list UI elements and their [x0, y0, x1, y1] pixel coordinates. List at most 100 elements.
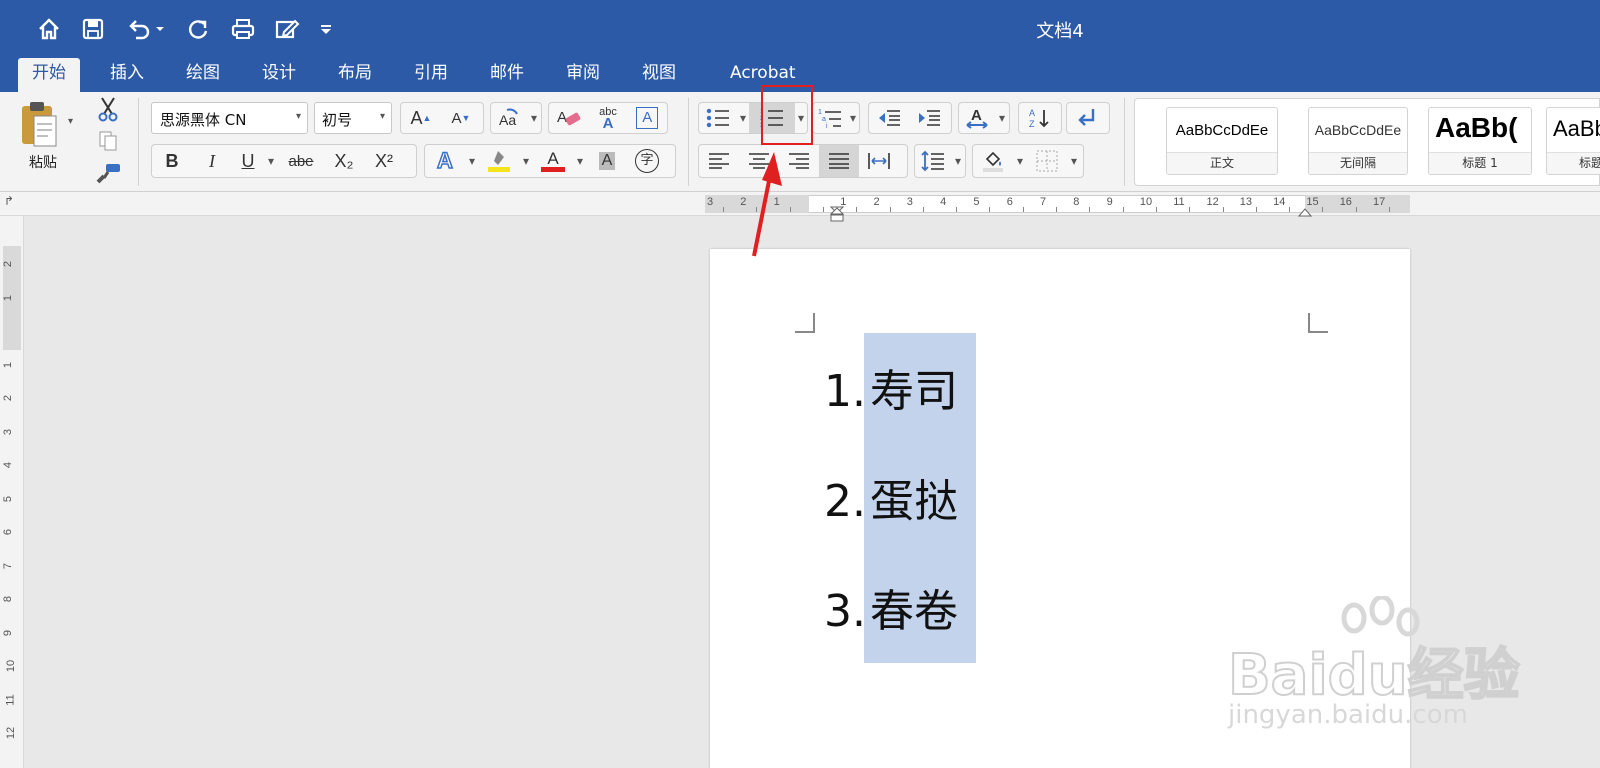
strikethrough-button[interactable]: abe: [278, 145, 324, 177]
tab-view[interactable]: 视图: [628, 58, 690, 92]
cut-icon[interactable]: [96, 96, 120, 127]
ruler-label: 2: [873, 196, 880, 208]
tab-design[interactable]: 设计: [248, 58, 310, 92]
tab-references[interactable]: 引用: [400, 58, 462, 92]
multilevel-list-icon: 1ai: [813, 103, 847, 133]
tab-layout[interactable]: 布局: [324, 58, 386, 92]
tab-insert[interactable]: 插入: [96, 58, 158, 92]
decrease-indent-button[interactable]: [869, 103, 909, 133]
list-number: 1.: [824, 366, 866, 417]
sort-button[interactable]: AZ: [1018, 102, 1062, 134]
text-effects-button[interactable]: A: [425, 145, 465, 177]
bullets-dropdown-icon[interactable]: ▾: [737, 103, 749, 133]
font-name-field[interactable]: 思源黑体 CN ▾: [151, 102, 308, 134]
change-case-dropdown-icon[interactable]: ▾: [527, 103, 541, 133]
ruler-label: 6: [1006, 196, 1013, 208]
list-item[interactable]: 2.蛋挞: [814, 472, 958, 532]
increase-indent-button[interactable]: [909, 103, 949, 133]
customize-toolbar-icon[interactable]: [316, 14, 336, 44]
ruler-label: 11: [4, 693, 17, 706]
font-color-button[interactable]: A: [533, 145, 573, 177]
indent-marker-icon[interactable]: [829, 206, 845, 222]
font-color-dropdown-icon[interactable]: ▾: [573, 145, 587, 177]
line-spacing-dropdown-icon[interactable]: ▾: [951, 145, 965, 177]
list-item[interactable]: 3.春卷: [814, 582, 958, 642]
ruler-tick: [922, 207, 924, 212]
clear-formatting-button[interactable]: A: [549, 103, 588, 133]
ruler-label: 16: [1339, 196, 1352, 208]
ruler-label: 3: [906, 196, 913, 208]
highlight-button[interactable]: [479, 145, 519, 177]
tab-draw[interactable]: 绘图: [172, 58, 234, 92]
distributed-button[interactable]: [859, 145, 899, 177]
show-formatting-button[interactable]: [1066, 102, 1110, 134]
character-shading-button[interactable]: A: [587, 145, 627, 177]
character-border-button[interactable]: A: [628, 103, 667, 133]
format-painter-icon[interactable]: [96, 162, 122, 189]
ruler-label: 1: [2, 361, 15, 368]
subscript-button[interactable]: X₂: [324, 145, 364, 177]
style-heading-1[interactable]: AaBb( 标题 1: [1428, 107, 1532, 175]
font-style-group: B I U ▾ abe X₂ X²: [151, 144, 417, 178]
tab-mailings[interactable]: 邮件: [476, 58, 538, 92]
undo-dropdown-icon[interactable]: [152, 14, 168, 44]
svg-text:1: 1: [818, 109, 822, 116]
shading-button[interactable]: [973, 145, 1013, 177]
list-item[interactable]: 1.寿司: [814, 362, 958, 422]
text-direction-button[interactable]: A ▾: [958, 102, 1010, 134]
svg-text:A: A: [971, 107, 982, 124]
multilevel-list-button[interactable]: 1ai ▾: [812, 102, 860, 134]
vertical-ruler[interactable]: 2 1 1 2 3 4 5 6 7 8 9 10 11 12: [0, 216, 24, 768]
phonetic-guide-button[interactable]: abc A: [588, 103, 627, 133]
grow-font-button[interactable]: A ▲: [401, 103, 441, 133]
right-indent-marker-icon[interactable]: [1297, 204, 1313, 217]
font-name-value: 思源黑体 CN: [160, 111, 247, 129]
list-text: 春卷: [870, 586, 958, 637]
print-icon[interactable]: [228, 14, 258, 44]
ruler-label: 7: [1040, 196, 1047, 208]
paste-button[interactable]: [18, 100, 66, 150]
justify-button[interactable]: [819, 145, 859, 177]
style-no-spacing[interactable]: AaBbCcDdEe 无间隔: [1308, 107, 1408, 175]
font-size-field[interactable]: 初号 ▾: [314, 102, 392, 134]
enclose-characters-button[interactable]: 字: [627, 145, 667, 177]
undo-icon[interactable]: [124, 14, 154, 44]
style-title[interactable]: AaBb 标题: [1546, 107, 1600, 175]
underline-dropdown-icon[interactable]: ▾: [264, 145, 278, 177]
change-case-button[interactable]: Aa ▾: [490, 102, 542, 134]
style-normal[interactable]: AaBbCcDdEe 正文: [1166, 107, 1278, 175]
home-icon[interactable]: [34, 14, 64, 44]
ruler-tick: [1222, 207, 1224, 212]
bold-button[interactable]: B: [152, 145, 192, 177]
text-effects-dropdown-icon[interactable]: ▾: [465, 145, 479, 177]
borders-button[interactable]: [1027, 145, 1067, 177]
horizontal-ruler[interactable]: ↱ 3 2 1 1 2 3 4 5 6 7 8 9 10 11 12 13 14 15 16 17: [0, 192, 1600, 222]
ruler-label: 8: [2, 595, 15, 603]
shrink-font-button[interactable]: A ▼: [441, 103, 481, 133]
ruler-label: 1: [2, 294, 15, 301]
line-spacing-button[interactable]: ▾: [914, 144, 966, 178]
shading-dropdown-icon[interactable]: ▾: [1013, 145, 1027, 177]
highlight-dropdown-icon[interactable]: ▾: [519, 145, 533, 177]
tab-home[interactable]: 开始: [18, 58, 80, 92]
superscript-button[interactable]: X²: [364, 145, 404, 177]
tab-stop-icon[interactable]: ↱: [4, 194, 14, 208]
save-icon[interactable]: [78, 14, 108, 44]
tab-review[interactable]: 审阅: [552, 58, 614, 92]
ruler-tick: [1355, 207, 1357, 212]
bullets-button[interactable]: [699, 103, 737, 133]
italic-button[interactable]: I: [192, 145, 232, 177]
text-direction-dropdown-icon[interactable]: ▾: [995, 103, 1009, 133]
edit-document-icon[interactable]: [272, 14, 302, 44]
font-name-dropdown-icon[interactable]: ▾: [296, 111, 301, 122]
ruler-label: 10: [1139, 196, 1153, 208]
borders-dropdown-icon[interactable]: ▾: [1067, 145, 1081, 177]
redo-icon[interactable]: [183, 14, 213, 44]
copy-icon[interactable]: [96, 130, 120, 157]
paste-dropdown-icon[interactable]: ▾: [68, 116, 73, 127]
font-size-dropdown-icon[interactable]: ▾: [380, 111, 385, 122]
align-left-button[interactable]: [699, 145, 739, 177]
ruler-tick: [822, 207, 824, 212]
multilevel-dropdown-icon[interactable]: ▾: [847, 103, 859, 133]
underline-button[interactable]: U: [232, 145, 264, 177]
